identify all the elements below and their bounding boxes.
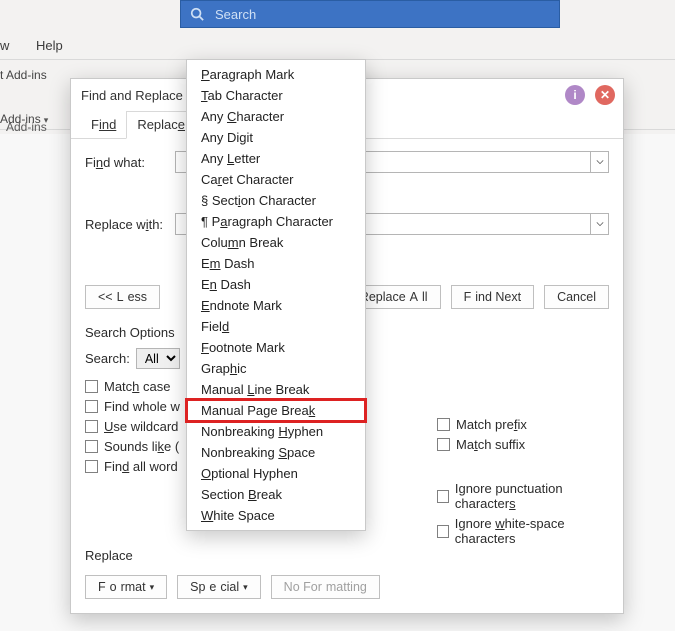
search-icon (185, 2, 209, 26)
special-menu-item[interactable]: Endnote Mark (187, 295, 365, 316)
app-search-bar[interactable]: Search (180, 0, 560, 28)
special-menu-item[interactable]: Column Break (187, 232, 365, 253)
checkbox-icon (85, 380, 98, 393)
special-menu-item[interactable]: White Space (187, 505, 365, 526)
chk-ignore-punctuation[interactable]: Ignore punctuation characters (437, 481, 609, 511)
checkbox-icon (437, 525, 449, 538)
chk-match-suffix[interactable]: Match suffix (437, 437, 527, 452)
no-formatting-button[interactable]: No Formatting (271, 575, 380, 599)
special-menu-item[interactable]: Caret Character (187, 169, 365, 190)
ribbon-tab-partial[interactable]: w (0, 38, 9, 53)
cancel-button[interactable]: Cancel (544, 285, 609, 309)
checkbox-icon (85, 440, 98, 453)
special-menu-item[interactable]: Manual Page Break (187, 400, 365, 421)
ribbon-tab-help[interactable]: Help (36, 38, 63, 53)
special-menu-item[interactable]: Optional Hyphen (187, 463, 365, 484)
ribbon-get-addins[interactable]: t Add-ins (0, 68, 47, 82)
dialog-close-button[interactable]: ✕ (595, 85, 615, 105)
checkbox-icon (437, 490, 449, 503)
checkbox-icon (85, 400, 98, 413)
search-direction-label: Search: (85, 351, 130, 366)
special-menu-item[interactable]: Any Letter (187, 148, 365, 169)
special-menu: Paragraph MarkTab CharacterAny Character… (186, 59, 366, 531)
checkbox-icon (85, 460, 98, 473)
special-menu-item[interactable]: Nonbreaking Space (187, 442, 365, 463)
search-placeholder: Search (215, 7, 256, 22)
format-button[interactable]: Format▾ (85, 575, 167, 599)
special-menu-item[interactable]: Manual Line Break (187, 379, 365, 400)
special-menu-item[interactable]: Tab Character (187, 85, 365, 106)
ribbon-tabs: w Help (0, 34, 675, 60)
checkbox-icon (85, 420, 98, 433)
replace-with-label: Replace with: (85, 217, 175, 232)
less-button[interactable]: << Less (85, 285, 160, 309)
checkbox-icon (437, 418, 450, 431)
chk-match-prefix[interactable]: Match prefix (437, 417, 527, 432)
ribbon-group-addins: Add-ins (6, 120, 47, 134)
checkbox-icon (437, 438, 450, 451)
dialog-help-button[interactable]: i (565, 85, 585, 105)
special-menu-item[interactable]: Field (187, 316, 365, 337)
special-button[interactable]: Special▾ (177, 575, 261, 599)
search-direction-select[interactable]: All (136, 348, 180, 369)
chk-ignore-whitespace[interactable]: Ignore white-space characters (437, 516, 609, 546)
chevron-down-icon: ▾ (150, 582, 155, 593)
special-menu-item[interactable]: Any Character (187, 106, 365, 127)
special-menu-item[interactable]: Graphic (187, 358, 365, 379)
special-menu-item[interactable]: § Section Character (187, 190, 365, 211)
chevron-down-icon[interactable] (590, 214, 608, 234)
special-menu-item[interactable]: Nonbreaking Hyphen (187, 421, 365, 442)
special-menu-item[interactable]: Footnote Mark (187, 337, 365, 358)
special-menu-item[interactable]: ¶ Paragraph Character (187, 211, 365, 232)
special-menu-item[interactable]: Section Break (187, 484, 365, 505)
find-next-button[interactable]: Find Next (451, 285, 535, 309)
chevron-down-icon[interactable] (590, 152, 608, 172)
special-menu-item[interactable]: Em Dash (187, 253, 365, 274)
find-what-label: Find what: (85, 155, 175, 170)
special-menu-item[interactable]: Any Digit (187, 127, 365, 148)
chevron-down-icon: ▾ (243, 582, 248, 593)
special-menu-item[interactable]: Paragraph Mark (187, 64, 365, 85)
replace-section-header: Replace (85, 548, 133, 563)
tab-find[interactable]: Find (81, 112, 126, 138)
special-menu-item[interactable]: En Dash (187, 274, 365, 295)
